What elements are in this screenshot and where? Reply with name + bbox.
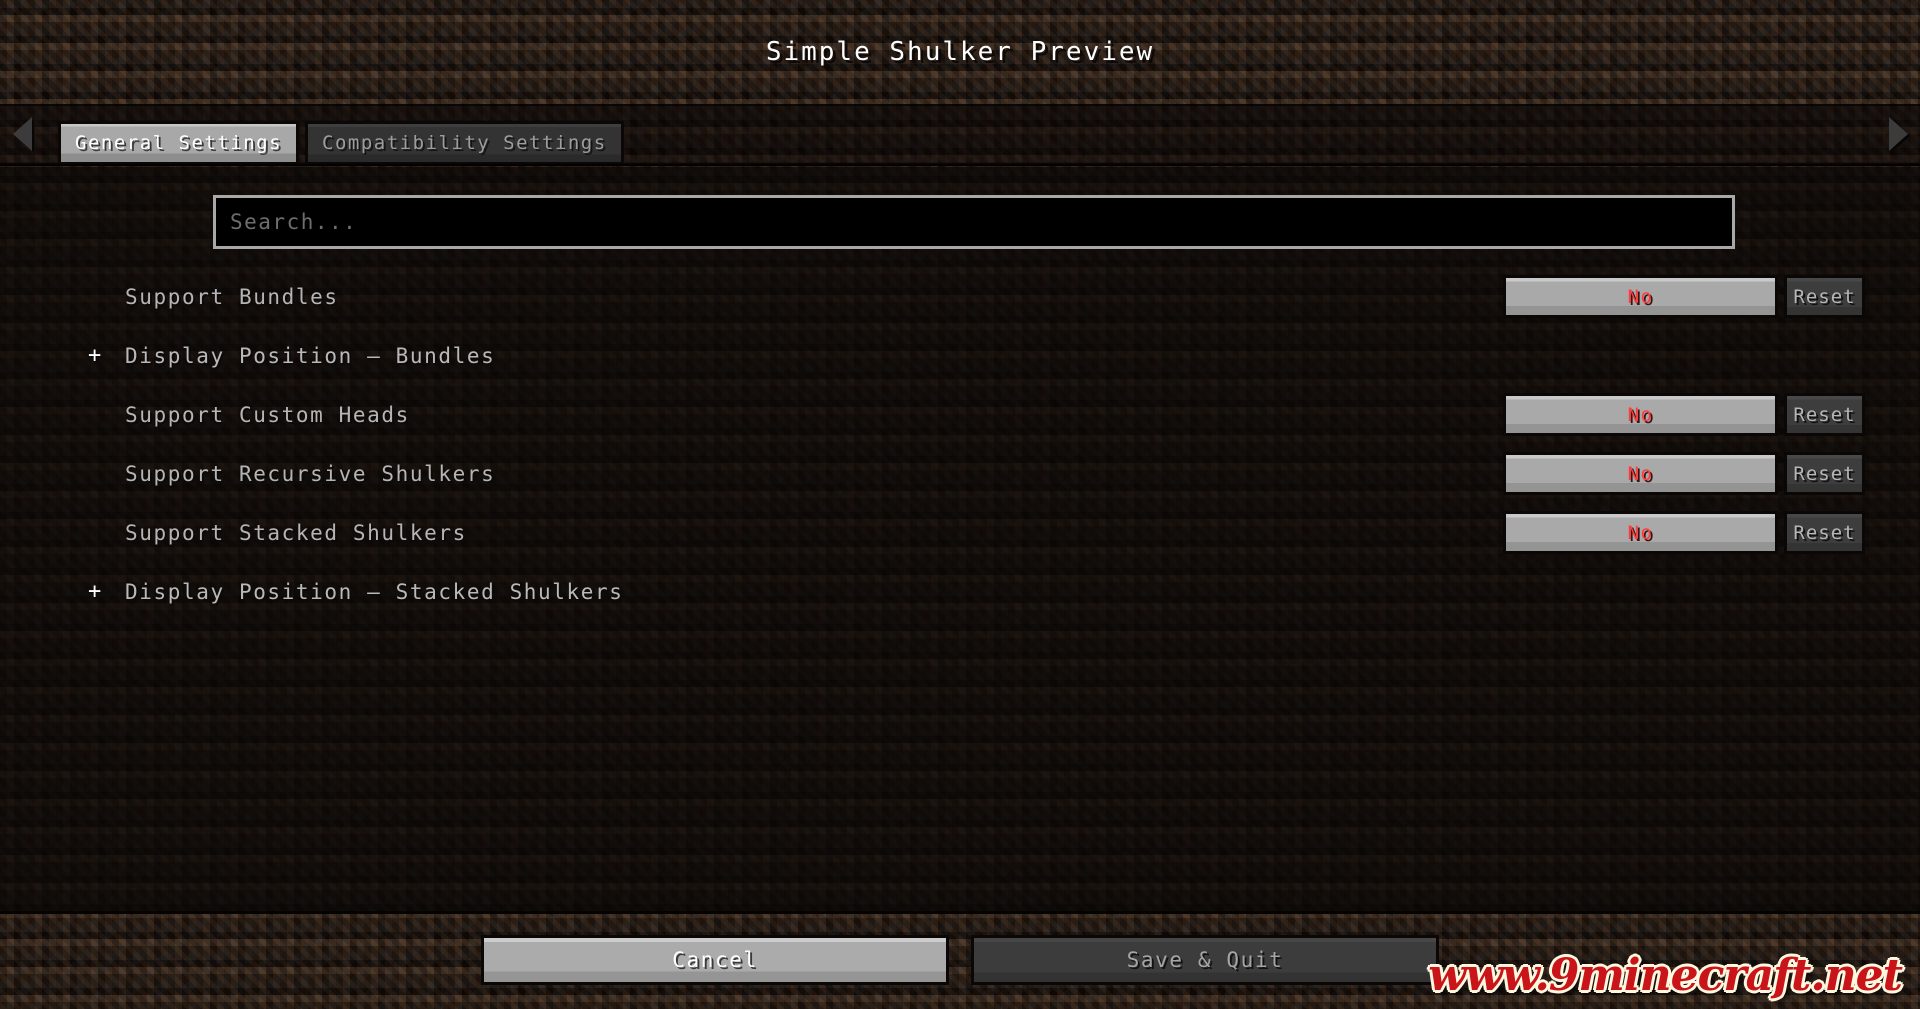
toggle-button-support-recursive-shulkers[interactable]: No — [1503, 452, 1778, 495]
reset-label: Reset — [1793, 403, 1856, 426]
page-title: Simple Shulker Preview — [765, 37, 1155, 67]
reset-button-support-recursive-shulkers[interactable]: Reset — [1784, 452, 1865, 495]
reset-button-support-custom-heads[interactable]: Reset — [1784, 393, 1865, 436]
toggle-button-support-stacked-shulkers[interactable]: No — [1503, 511, 1778, 554]
toggle-value: No — [1627, 285, 1654, 308]
site-watermark: www.9minecraft.net — [1428, 950, 1903, 1001]
option-label: Support Stacked Shulkers — [125, 520, 467, 545]
option-row-support-bundles: Support Bundles No Reset — [0, 267, 1920, 326]
option-row-support-stacked-shulkers: Support Stacked Shulkers No Reset — [0, 503, 1920, 562]
triangle-right-icon — [1888, 116, 1908, 151]
option-label: Support Custom Heads — [125, 402, 410, 427]
reset-button-support-bundles[interactable]: Reset — [1784, 275, 1865, 318]
tab-compatibility-settings[interactable]: Compatibility Settings — [305, 120, 624, 165]
expand-plus-icon[interactable]: + — [88, 579, 101, 604]
category-row-display-position-bundles[interactable]: + Display Position — Bundles — [0, 326, 1920, 385]
option-label: Support Recursive Shulkers — [125, 461, 496, 486]
reset-label: Reset — [1793, 462, 1856, 485]
option-label: Support Bundles — [125, 284, 339, 309]
reset-label: Reset — [1793, 285, 1856, 308]
toggle-button-support-bundles[interactable]: No — [1503, 275, 1778, 318]
option-row-support-recursive-shulkers: Support Recursive Shulkers No Reset — [0, 444, 1920, 503]
reset-label: Reset — [1793, 521, 1856, 544]
search-input[interactable]: Search... — [213, 195, 1735, 249]
triangle-left-icon — [12, 116, 32, 151]
cancel-label: Cancel — [672, 948, 758, 972]
option-controls: No Reset — [1503, 511, 1865, 554]
tab-general-settings-label: General Settings — [75, 131, 283, 154]
option-controls: No Reset — [1503, 275, 1865, 318]
tab-compatibility-settings-label: Compatibility Settings — [322, 131, 607, 154]
mod-config-screen: Simple Shulker Preview General Settings … — [0, 0, 1920, 1009]
save-label: Save & Quit — [1126, 948, 1284, 972]
tabs-scroll-left-button[interactable] — [0, 103, 44, 165]
footer-bar: Cancel Save & Quit www.9minecraft.net — [0, 914, 1920, 1009]
option-controls: No Reset — [1503, 393, 1865, 436]
reset-button-support-stacked-shulkers[interactable]: Reset — [1784, 511, 1865, 554]
search-placeholder: Search... — [230, 210, 358, 234]
category-row-display-position-stacked-shulkers[interactable]: + Display Position — Stacked Shulkers — [0, 562, 1920, 621]
tabs-holder: General Settings Compatibility Settings — [44, 103, 1876, 165]
category-label: Display Position — Bundles — [125, 343, 496, 368]
category-label: Display Position — Stacked Shulkers — [125, 579, 624, 604]
title-bar: Simple Shulker Preview — [0, 0, 1920, 104]
settings-content-panel: Search... Support Bundles No Reset + Dis… — [0, 167, 1920, 914]
options-list: Support Bundles No Reset + Display Posit… — [0, 267, 1920, 914]
tab-general-settings[interactable]: General Settings — [58, 120, 300, 165]
option-controls: No Reset — [1503, 452, 1865, 495]
option-row-support-custom-heads: Support Custom Heads No Reset — [0, 385, 1920, 444]
search-row: Search... — [213, 195, 1735, 249]
tab-strip: General Settings Compatibility Settings — [0, 104, 1920, 166]
save-and-quit-button[interactable]: Save & Quit — [971, 935, 1439, 985]
tabs-scroll-right-button[interactable] — [1876, 103, 1920, 165]
toggle-button-support-custom-heads[interactable]: No — [1503, 393, 1778, 436]
toggle-value: No — [1627, 462, 1654, 485]
expand-plus-icon[interactable]: + — [88, 343, 101, 368]
cancel-button[interactable]: Cancel — [481, 935, 949, 985]
toggle-value: No — [1627, 521, 1654, 544]
toggle-value: No — [1627, 403, 1654, 426]
